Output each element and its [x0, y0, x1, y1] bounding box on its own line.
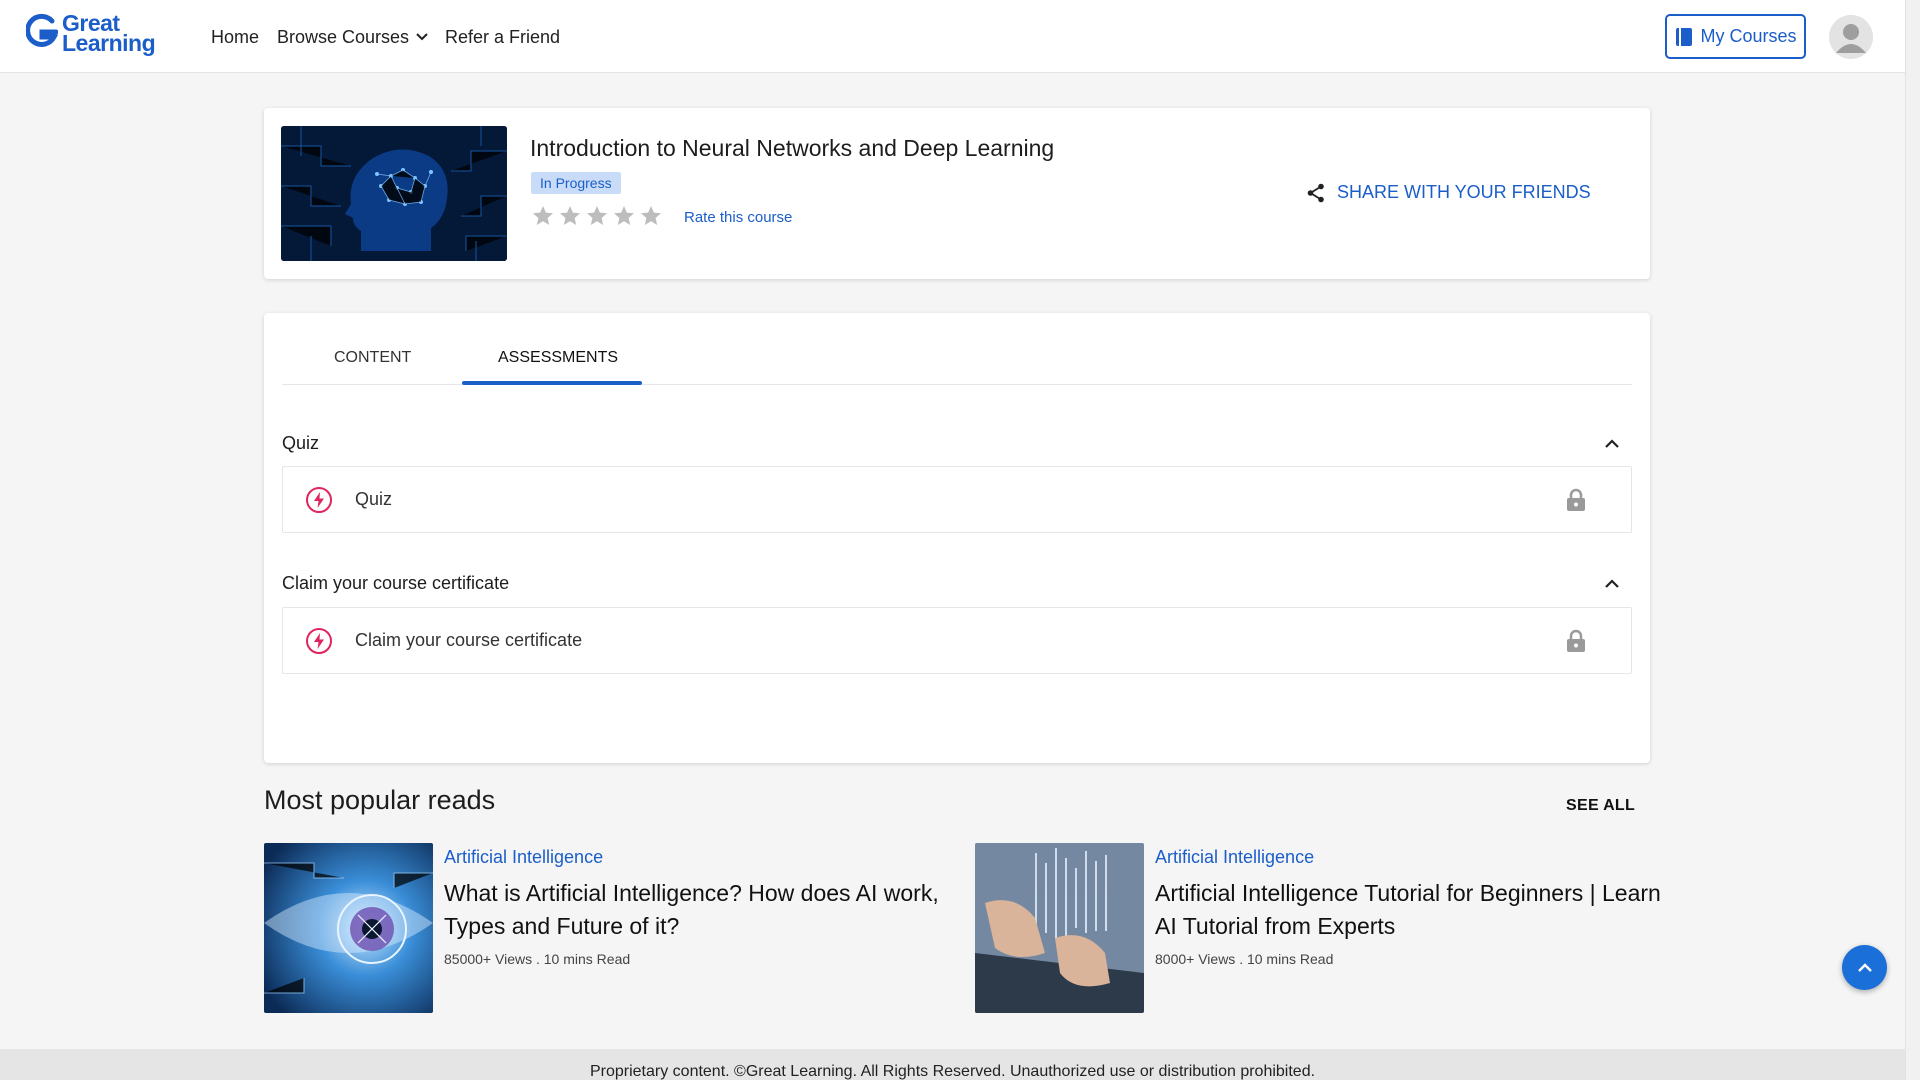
article-title[interactable]: Artificial Intelligence Tutorial for Beg…: [1155, 877, 1675, 943]
rating-stars[interactable]: [531, 204, 663, 228]
active-tab-indicator: [462, 381, 642, 385]
user-icon: [1829, 15, 1873, 59]
status-badge: In Progress: [531, 172, 621, 194]
list-item-label: Claim your course certificate: [355, 630, 583, 650]
list-item-label: Quiz: [355, 489, 393, 509]
star-icon[interactable]: [612, 204, 636, 228]
chevron-down-icon: [416, 33, 428, 41]
article-meta: 85000+ Views . 10 mins Read: [444, 951, 631, 967]
star-icon[interactable]: [558, 204, 582, 228]
logo-text: Great Learning: [62, 12, 156, 56]
lightning-icon: [306, 628, 332, 654]
tab-content[interactable]: CONTENT: [334, 349, 411, 367]
article-title[interactable]: What is Artificial Intelligence? How doe…: [444, 877, 964, 943]
share-button[interactable]: SHARE WITH YOUR FRIENDS: [1307, 182, 1591, 203]
neural-head-illustration: [281, 126, 507, 261]
nav-browse-label: Browse Courses: [277, 26, 410, 47]
course-tabs-card: CONTENT ASSESSMENTS Quiz Quiz Claim your…: [264, 313, 1650, 763]
see-all-link[interactable]: SEE ALL: [1566, 797, 1635, 815]
tab-bar: CONTENT ASSESSMENTS: [282, 313, 1632, 385]
nav-home[interactable]: Home: [211, 24, 259, 50]
list-item[interactable]: Quiz: [282, 466, 1632, 533]
user-avatar[interactable]: [1829, 15, 1873, 59]
tab-assessments[interactable]: ASSESSMENTS: [498, 349, 618, 367]
article-card[interactable]: Artificial Intelligence What is Artifici…: [264, 843, 964, 1013]
scroll-to-top-button[interactable]: [1842, 945, 1887, 990]
logo-line-2: Learning: [62, 30, 156, 56]
share-icon: [1307, 183, 1324, 202]
logo-g-icon: [26, 13, 58, 47]
chevron-up-icon[interactable]: [1604, 576, 1620, 592]
rate-course-link[interactable]: Rate this course: [684, 209, 792, 226]
article-image: [264, 843, 433, 1013]
footer-text: Proprietary content. ©Great Learning. Al…: [589, 1063, 1316, 1080]
footer: Proprietary content. ©Great Learning. Al…: [0, 1049, 1905, 1080]
course-header-card: Introduction to Neural Networks and Deep…: [264, 108, 1650, 279]
article-category[interactable]: Artificial Intelligence: [1155, 847, 1314, 868]
course-title: Introduction to Neural Networks and Deep…: [530, 135, 1055, 161]
nav-browse-courses[interactable]: Browse Courses: [277, 24, 429, 50]
article-card[interactable]: Artificial Intelligence Artificial Intel…: [975, 843, 1661, 1013]
page-scrollbar[interactable]: [1905, 0, 1920, 1080]
star-icon[interactable]: [639, 204, 663, 228]
article-image: [975, 843, 1144, 1013]
chevron-up-icon[interactable]: [1604, 436, 1620, 452]
lightning-icon: [306, 487, 332, 513]
great-learning-logo[interactable]: Great Learning: [26, 12, 166, 56]
nav-refer-friend[interactable]: Refer a Friend: [445, 24, 560, 50]
book-icon: [1676, 27, 1693, 46]
star-icon[interactable]: [585, 204, 609, 228]
article-category[interactable]: Artificial Intelligence: [444, 847, 603, 868]
section-title-certificate: Claim your course certificate: [282, 573, 510, 593]
article-meta: 8000+ Views . 10 mins Read: [1155, 951, 1334, 967]
star-icon[interactable]: [531, 204, 555, 228]
list-item[interactable]: Claim your course certificate: [282, 607, 1632, 674]
share-label: SHARE WITH YOUR FRIENDS: [1337, 182, 1591, 202]
chevron-up-icon: [1857, 962, 1872, 972]
my-courses-button[interactable]: My Courses: [1665, 14, 1806, 59]
top-navbar: Great Learning Home Browse Courses Refer…: [0, 0, 1920, 73]
popular-reads-title: Most popular reads: [264, 785, 496, 815]
lock-icon: [1567, 629, 1585, 652]
lock-icon: [1567, 488, 1585, 511]
course-thumbnail: [281, 126, 507, 261]
section-title-quiz: Quiz: [282, 433, 320, 453]
my-courses-label: My Courses: [1700, 26, 1797, 46]
